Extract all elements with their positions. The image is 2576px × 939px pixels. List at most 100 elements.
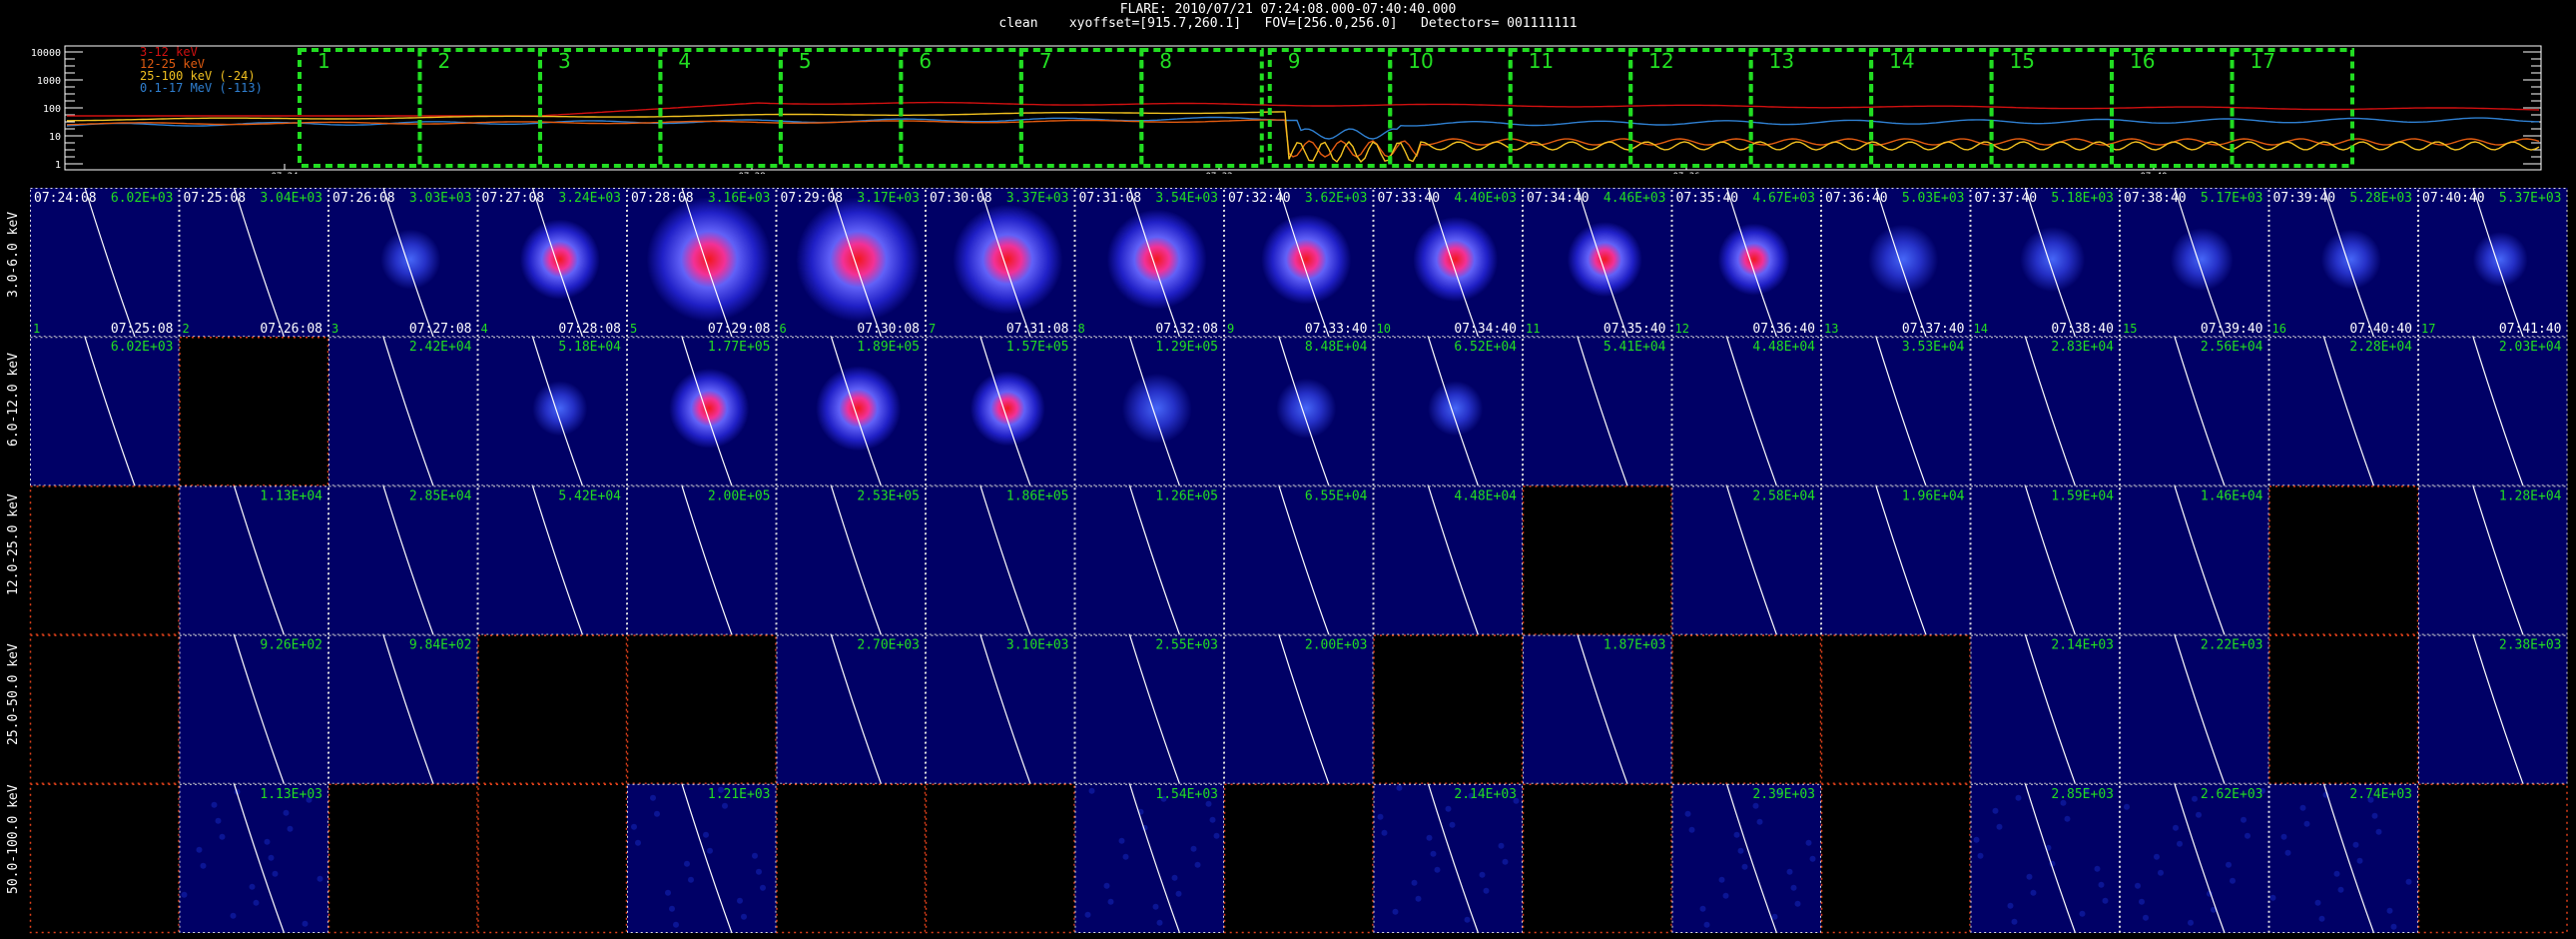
image-panel: 3.24E+03 07:27:08 07:28:08 4 (477, 187, 627, 338)
noise-speckle (317, 875, 323, 882)
solar-limb (681, 485, 733, 635)
panel-frame (328, 188, 478, 338)
empty-panel (1821, 783, 1971, 933)
peak-value: 9.26E+02 (260, 638, 322, 653)
image-panel: 9.26E+02 (179, 634, 328, 785)
noise-speckle (1434, 866, 1441, 873)
panel-background (1074, 634, 1224, 784)
interval-start-time: 07:27:08 (482, 191, 545, 206)
image-panel: 5.18E+04 (477, 337, 627, 486)
panel-background (179, 783, 328, 933)
interval-start-time: 07:35:40 (1676, 191, 1739, 206)
empty-panel-frame (1671, 634, 1822, 785)
image-panel: 4.67E+03 07:35:40 07:36:40 12 (1671, 187, 1821, 338)
panel-frame (1074, 188, 1224, 338)
noise-speckle (2060, 799, 2067, 806)
empty-panel (1224, 783, 1374, 933)
image-panel: 5.17E+03 07:38:40 07:39:40 15 (2120, 187, 2269, 338)
noise-speckle (631, 823, 637, 830)
peak-value: 1.89E+05 (857, 340, 920, 355)
panel-frame (2120, 485, 2269, 635)
peak-value: 2.70E+03 (857, 638, 920, 653)
peak-value: 5.41E+04 (1604, 340, 1666, 355)
interval-end-time: 07:31:08 (1006, 322, 1069, 337)
peak-value: 1.77E+05 (708, 340, 771, 355)
noise-speckle (2299, 804, 2306, 811)
noise-speckle (2337, 886, 2344, 893)
image-panel: 2.55E+03 (1074, 634, 1224, 785)
solar-limb (979, 634, 1031, 785)
panel-frame (2268, 188, 2418, 338)
solar-limb (1128, 337, 1181, 486)
panel-frame (627, 783, 777, 933)
image-panel: 5.28E+03 07:39:40 07:40:40 16 (2268, 187, 2418, 338)
empty-panel-frame (1522, 783, 1672, 934)
noise-speckle (1794, 900, 1801, 907)
image-panel: 4.40E+03 07:33:40 07:34:40 10 (1373, 187, 1523, 338)
empty-panel (30, 783, 180, 933)
image-panel (1373, 634, 1524, 785)
image-panel: 4.46E+03 07:34:40 07:35:40 11 (1523, 187, 1672, 338)
peak-value: 1.26E+05 (1155, 488, 1218, 503)
solar-limb (1427, 783, 1480, 934)
interval-number: 14 (1889, 49, 1914, 73)
flare-source (2020, 227, 2086, 293)
noise-speckle (737, 897, 743, 904)
image-panel: 2.14E+03 (1970, 634, 2120, 785)
panel-background (1821, 337, 1971, 486)
lightcurve-ytick-label: 1 (55, 160, 61, 171)
noise-speckle (219, 833, 226, 840)
solar-limb (382, 187, 434, 338)
panel-background (179, 188, 328, 338)
panel-frame (179, 783, 328, 933)
interval-index: 4 (481, 322, 488, 336)
image-panel: 3.03E+03 07:26:08 07:27:08 3 (328, 187, 478, 338)
lightcurve-ytick-label: 10000 (31, 48, 61, 59)
panel-frame (926, 188, 1075, 338)
solar-limb (1577, 634, 1628, 785)
image-panel (29, 634, 180, 785)
series-25-100kev (67, 111, 2540, 163)
peak-value: 9.84E+02 (409, 638, 472, 653)
noise-speckle (707, 847, 713, 854)
empty-panel (627, 634, 777, 784)
panel-background (2120, 337, 2269, 486)
noise-speckle (665, 889, 671, 896)
empty-panel-frame (2417, 783, 2568, 934)
interval-end-time: 07:40:40 (2349, 322, 2412, 337)
panel-background (2268, 337, 2418, 486)
image-panel: 4.48E+04 (1671, 337, 1821, 486)
panel-frame (2120, 634, 2269, 784)
noise-speckle (1752, 802, 1759, 809)
panel-background (1523, 634, 1672, 784)
noise-speckle (2211, 906, 2217, 913)
noise-speckle (2375, 828, 2382, 835)
empty-panel-frame (327, 783, 478, 934)
noise-speckle (684, 860, 690, 867)
interval-index: 12 (1675, 322, 1689, 336)
empty-panel-frame (477, 783, 628, 934)
image-panel (179, 336, 329, 486)
image-panel: 4.48E+04 (1373, 485, 1523, 635)
interval-index: 8 (1078, 322, 1085, 336)
flare-source (796, 197, 922, 323)
noise-speckle (1449, 821, 1456, 828)
noise-speckle (2158, 869, 2164, 876)
interval-end-time: 07:39:40 (2201, 322, 2263, 337)
solar-limb (681, 337, 733, 486)
noise-speckle (1137, 808, 1144, 815)
solar-limb (830, 337, 883, 486)
flare-source (1567, 222, 1642, 298)
image-panel: 2.42E+04 (328, 337, 478, 486)
interval-start-time: 07:32:40 (1228, 191, 1291, 206)
noise-speckle (2390, 923, 2397, 930)
panel-frame (1671, 337, 1821, 486)
noise-speckle (1809, 855, 1816, 862)
panel-frame (2418, 188, 2568, 338)
image-panel: 6.55E+04 (1224, 485, 1374, 635)
peak-value: 2.14E+03 (1454, 787, 1517, 802)
peak-value: 4.48E+04 (1454, 488, 1517, 503)
noise-speckle (2188, 919, 2194, 926)
empty-panel-frame (29, 783, 180, 934)
noise-speckle (2177, 840, 2183, 847)
